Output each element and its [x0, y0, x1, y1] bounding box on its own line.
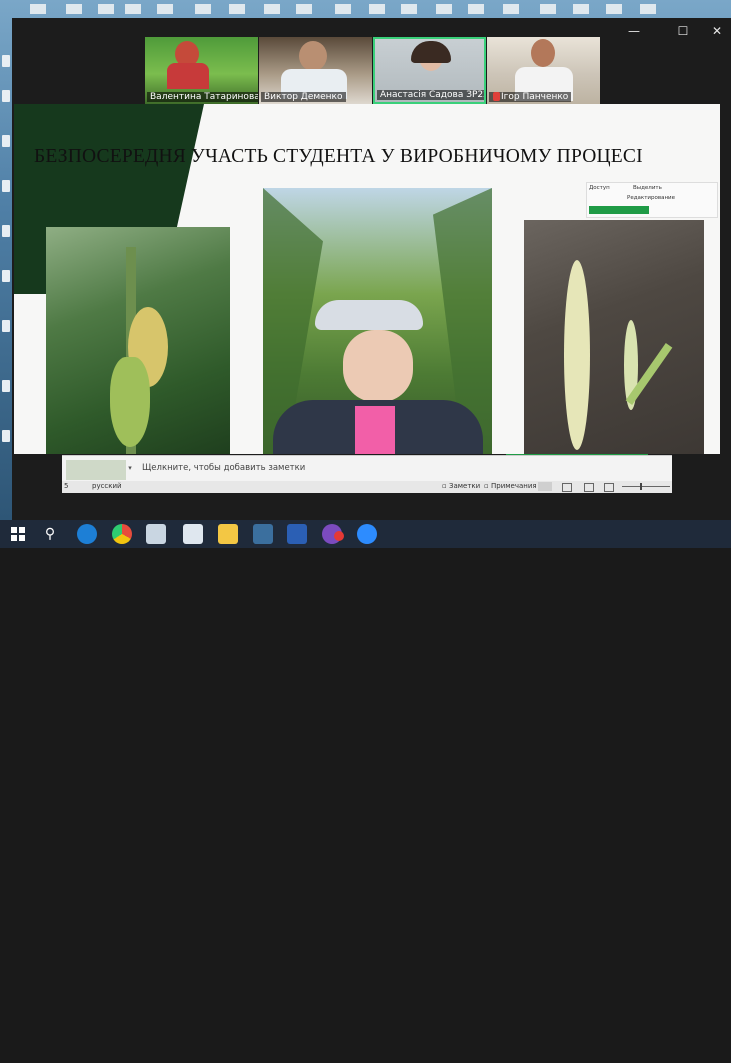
desktop-file-icon[interactable]	[2, 55, 10, 67]
edge-browser-icon[interactable]	[77, 524, 97, 544]
zoom-app-icon[interactable]	[357, 524, 377, 544]
paint-app-icon[interactable]	[146, 524, 166, 544]
viber-notification-badge	[334, 531, 344, 541]
notes-icon: ▫	[442, 482, 447, 490]
word-app-icon[interactable]	[287, 524, 307, 544]
participant-tile-active-speaker[interactable]: Анастасія Садова ЗР2201	[373, 37, 486, 104]
student-cap	[315, 300, 423, 330]
reading-view-icon[interactable]	[584, 483, 594, 492]
comments-icon: ▫	[484, 482, 489, 490]
desktop-file-icon[interactable]	[640, 4, 656, 14]
share-label: Доступ	[589, 185, 610, 191]
desktop-file-icon[interactable]	[2, 270, 10, 282]
desktop-file-icon[interactable]	[606, 4, 622, 14]
slide-thumbnail[interactable]	[66, 460, 126, 480]
corn-cob	[564, 260, 590, 450]
student-face	[343, 330, 413, 402]
comments-toggle-button[interactable]: ▫ Примечания	[484, 482, 537, 490]
maximize-button[interactable]: ☐	[671, 20, 695, 42]
slide-number: 5	[64, 482, 69, 490]
desktop-file-icon[interactable]	[296, 4, 312, 14]
windows-taskbar: ⚲	[0, 520, 731, 548]
desktop-file-icon[interactable]	[2, 225, 10, 237]
participant-name: Валентина Татаринова	[147, 92, 258, 102]
muted-microphone-icon	[493, 92, 500, 101]
participant-video	[531, 39, 555, 67]
desktop-file-icon[interactable]	[264, 4, 280, 14]
participant-name: Виктор Деменко	[261, 92, 346, 102]
desktop-file-icon[interactable]	[98, 4, 114, 14]
slide-title: БЕЗПОСЕРЕДНЯ УЧАСТЬ СТУДЕНТА У ВИРОБНИЧО…	[34, 146, 643, 167]
close-button[interactable]: ✕	[705, 20, 729, 42]
shared-screen-slide: БЕЗПОСЕРЕДНЯ УЧАСТЬ СТУДЕНТА У ВИРОБНИЧО…	[14, 104, 720, 454]
desktop-file-icon[interactable]	[30, 4, 46, 14]
student-shirt	[355, 406, 395, 454]
powerpoint-ribbon-fragment: Доступ Выделить Редактирование	[586, 182, 718, 218]
notes-placeholder[interactable]: Щелкните, чтобы добавить заметки	[142, 463, 305, 473]
maximize-icon: ☐	[677, 24, 689, 38]
search-button[interactable]: ⚲	[40, 524, 60, 544]
desktop-file-icon[interactable]	[157, 4, 173, 14]
desktop-file-icon[interactable]	[2, 380, 10, 392]
desktop-file-icon[interactable]	[401, 4, 417, 14]
powerpoint-status-bar: 5 русский ▫ Заметки ▫ Примечания	[62, 481, 672, 493]
normal-view-icon[interactable]	[538, 482, 552, 491]
corn-cob-photo	[46, 227, 230, 454]
search-icon: ⚲	[44, 526, 56, 542]
slideshow-icon[interactable]	[604, 483, 614, 492]
close-icon: ✕	[711, 24, 723, 38]
language-indicator[interactable]: русский	[92, 482, 122, 490]
student-selfie-photo	[263, 188, 492, 454]
participant-tile[interactable]: Ігор Панченко	[487, 37, 600, 104]
progress-bar-fill	[589, 206, 649, 214]
participant-tile[interactable]: Валентина Татаринова	[145, 37, 258, 104]
notes-toggle-label: Заметки	[448, 482, 481, 490]
editing-group-label: Редактирование	[627, 195, 675, 201]
file-explorer-icon[interactable]	[218, 524, 238, 544]
chrome-browser-icon[interactable]	[112, 524, 132, 544]
desktop-file-icon[interactable]	[66, 4, 82, 14]
participant-video	[167, 63, 209, 89]
desktop-file-icon[interactable]	[573, 4, 589, 14]
desktop-file-icon[interactable]	[369, 4, 385, 14]
desktop-file-icon[interactable]	[2, 320, 10, 332]
corn-husk	[110, 357, 150, 447]
desktop-file-icon[interactable]	[2, 135, 10, 147]
desktop-file-icon[interactable]	[2, 430, 10, 442]
remote-desktop-icon[interactable]	[253, 524, 273, 544]
windows-logo-icon	[11, 527, 25, 541]
slide-sorter-icon[interactable]	[562, 483, 572, 492]
desktop-file-icon[interactable]	[2, 90, 10, 102]
desktop-file-icon[interactable]	[436, 4, 452, 14]
participant-video	[299, 41, 327, 71]
notification-badge	[334, 1053, 344, 1063]
desktop-file-icon[interactable]	[125, 4, 141, 14]
participant-name: Анастасія Садова ЗР2201	[377, 90, 484, 100]
participant-name: Ігор Панченко	[489, 92, 572, 102]
comments-toggle-label: Примечания	[490, 482, 537, 490]
chevron-down-icon[interactable]: ▾	[126, 456, 134, 480]
select-label[interactable]: Выделить	[633, 185, 662, 191]
harvested-corn-photo	[524, 220, 704, 454]
notes-pane[interactable]: ▾ Щелкните, чтобы добавить заметки	[62, 455, 672, 482]
desktop-file-icon[interactable]	[503, 4, 519, 14]
participant-tile[interactable]: Виктор Деменко	[259, 37, 372, 104]
desktop-file-icon[interactable]	[335, 4, 351, 14]
windows-start-button[interactable]	[8, 524, 28, 544]
desktop-file-icon[interactable]	[540, 4, 556, 14]
minimize-icon: —	[628, 24, 640, 38]
zoom-slider[interactable]	[622, 486, 670, 487]
notepad-app-icon[interactable]	[183, 524, 203, 544]
participant-video	[411, 41, 451, 63]
zoom-slider-thumb[interactable]	[640, 483, 642, 490]
desktop-file-icon[interactable]	[229, 4, 245, 14]
desktop-file-icon[interactable]	[468, 4, 484, 14]
desktop-file-icon[interactable]	[195, 4, 211, 14]
desktop-file-icon[interactable]	[2, 180, 10, 192]
notes-toggle-button[interactable]: ▫ Заметки	[442, 482, 480, 490]
minimize-button[interactable]: —	[622, 20, 646, 42]
